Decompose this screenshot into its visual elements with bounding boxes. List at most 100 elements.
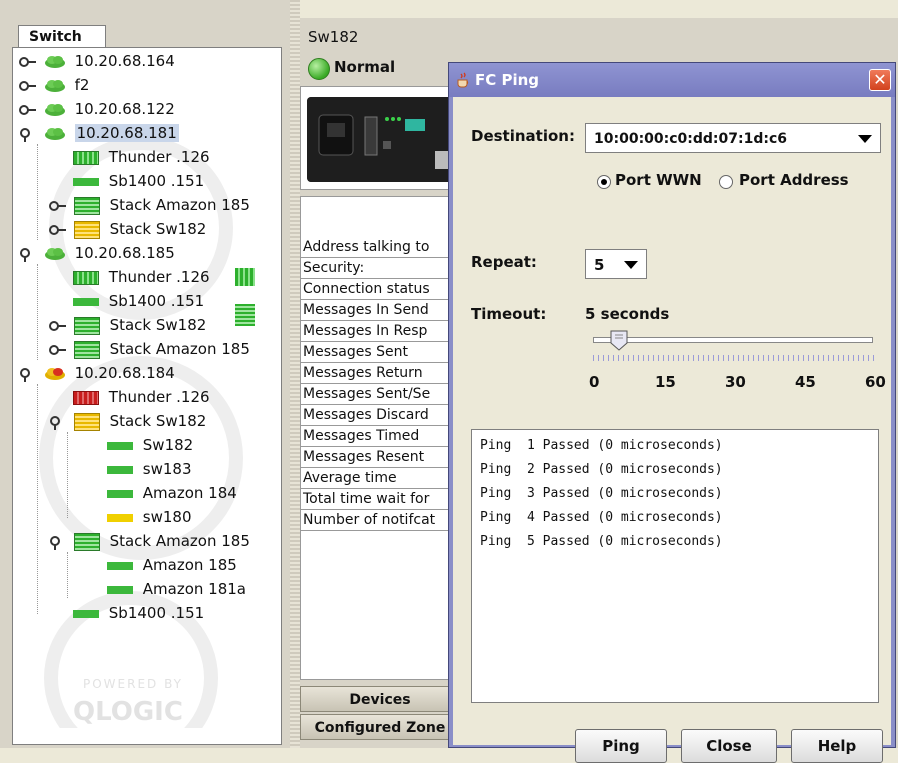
switch-faceplate[interactable] xyxy=(300,86,462,190)
switch-cloud-icon xyxy=(44,103,65,116)
chevron-down-icon[interactable] xyxy=(858,135,872,143)
tree-node-switch[interactable]: 10.20.68.122 xyxy=(19,97,175,121)
yellow-stack-icon xyxy=(73,412,100,431)
green-rack-icon xyxy=(73,150,99,165)
collapsed-key-icon[interactable] xyxy=(19,104,37,116)
green-switch-icon xyxy=(73,609,99,618)
collapsed-key-icon[interactable] xyxy=(49,200,67,212)
ping-result-line: Ping 2 Passed (0 microseconds) xyxy=(480,462,723,477)
tree-node-device[interactable]: Thunder .126 xyxy=(73,145,210,169)
tick-label: 45 xyxy=(795,373,816,391)
tree-node-member[interactable]: Amazon 184 xyxy=(107,481,237,505)
expanded-key-icon[interactable] xyxy=(19,367,37,382)
switch-status: Normal xyxy=(334,58,396,76)
tree-node-stack[interactable]: Stack Sw182 xyxy=(49,217,206,241)
green-rack-icon xyxy=(73,270,99,285)
tab-devices[interactable]: Devices xyxy=(300,686,460,712)
slider-thumb[interactable] xyxy=(609,329,629,351)
expanded-key-icon[interactable] xyxy=(19,127,37,142)
tree-node-stack[interactable]: Stack Amazon 185 xyxy=(49,193,250,217)
switch-tree-pane: Switch POWERED BY QLOGIC 10.20.68.164 f2 xyxy=(0,0,290,748)
tree-node-device[interactable]: Sb1400 .151 xyxy=(73,601,204,625)
tree-node-stack[interactable]: Stack Amazon 185 xyxy=(49,337,250,361)
collapsed-key-icon[interactable] xyxy=(49,344,67,356)
close-button[interactable]: Close xyxy=(681,729,777,763)
info-row-messages: Messages In Send xyxy=(301,300,461,321)
tree-node-stack[interactable]: Stack Sw182 xyxy=(49,409,206,433)
close-icon[interactable]: ✕ xyxy=(869,69,891,91)
port-wwn-radio[interactable] xyxy=(597,175,611,189)
collapsed-key-icon[interactable] xyxy=(49,224,67,236)
tree-node-switch[interactable]: 10.20.68.164 xyxy=(19,49,175,73)
timeout-slider[interactable] xyxy=(593,337,873,343)
green-switch-icon xyxy=(73,177,99,186)
tree-node-device[interactable]: Thunder .126 xyxy=(73,265,210,289)
tree-node-switch[interactable]: 10.20.68.185 xyxy=(19,241,175,265)
green-stack-icon xyxy=(73,340,100,359)
tree-node-device[interactable]: Thunder .126 xyxy=(73,385,210,409)
collapsed-key-icon[interactable] xyxy=(49,320,67,332)
switch-cloud-icon xyxy=(44,55,65,68)
switch-faceplate-image xyxy=(307,97,452,182)
tree-node-member[interactable]: sw180 xyxy=(107,505,192,529)
ping-result-line: Ping 4 Passed (0 microseconds) xyxy=(480,510,723,525)
green-switch-icon xyxy=(107,585,133,594)
destination-combo[interactable]: 10:00:00:c0:dd:07:1d:c6 xyxy=(585,123,881,153)
info-row-notifications: Number of notifcat xyxy=(301,510,461,531)
info-row-messages: Messages Sent xyxy=(301,342,461,363)
tick-label: 0 xyxy=(589,373,600,391)
info-row-messages: Messages Sent/Se xyxy=(301,384,461,405)
ping-results-area[interactable]: Ping 1 Passed (0 microseconds) Ping 2 Pa… xyxy=(471,429,879,703)
tree-node-switch[interactable]: f2 xyxy=(19,73,89,97)
info-row-messages: Messages In Resp xyxy=(301,321,461,342)
dialog-body: Destination: 10:00:00:c0:dd:07:1d:c6 Por… xyxy=(453,97,891,763)
expanded-key-icon[interactable] xyxy=(49,415,67,430)
collapsed-key-icon[interactable] xyxy=(19,56,37,68)
info-row-messages: Messages Resent xyxy=(301,447,461,468)
tree-node-stack[interactable]: Stack Amazon 185 xyxy=(49,529,250,553)
tree-node-device[interactable]: Sb1400 .151 xyxy=(73,169,204,193)
green-switch-icon xyxy=(107,465,133,474)
port-address-label[interactable]: Port Address xyxy=(739,171,849,189)
connection-info-table: Address talking to Security: Connection … xyxy=(300,196,462,680)
tree-node-switch[interactable]: 10.20.68.184 xyxy=(19,361,175,385)
tree-node-member[interactable]: Sw182 xyxy=(107,433,193,457)
pane-splitter[interactable] xyxy=(290,0,300,748)
expanded-key-icon[interactable] xyxy=(49,535,67,550)
tree-node-member[interactable]: Amazon 185 xyxy=(107,553,237,577)
ping-button[interactable]: Ping xyxy=(575,729,667,763)
yellow-stack-icon xyxy=(73,220,100,239)
green-stack-icon xyxy=(73,532,100,551)
tab-switch[interactable]: Switch xyxy=(18,25,106,47)
expanded-key-icon[interactable] xyxy=(19,247,37,262)
green-switch-icon xyxy=(107,441,133,450)
repeat-combo[interactable]: 5 xyxy=(585,249,647,279)
info-row-messages: Messages Timed xyxy=(301,426,461,447)
svg-text:POWERED BY: POWERED BY xyxy=(83,677,183,691)
tick-label: 15 xyxy=(655,373,676,391)
tree-node-device[interactable]: Sb1400 .151 xyxy=(73,289,204,313)
tree-node-member[interactable]: sw183 xyxy=(107,457,192,481)
repeat-value: 5 xyxy=(594,256,605,274)
red-rack-icon xyxy=(73,390,99,405)
dialog-title-bar[interactable]: FC Ping ✕ xyxy=(449,63,895,97)
port-address-radio[interactable] xyxy=(719,175,733,189)
collapsed-key-icon[interactable] xyxy=(19,80,37,92)
switch-cloud-icon xyxy=(44,127,65,140)
info-row-average-time: Average time xyxy=(301,468,461,489)
tab-configured-zones[interactable]: Configured Zone xyxy=(300,714,460,740)
info-row-address: Address talking to xyxy=(301,237,461,258)
port-wwn-label[interactable]: Port WWN xyxy=(615,171,702,189)
tree-node-stack[interactable]: Stack Sw182 xyxy=(49,313,206,337)
help-button[interactable]: Help xyxy=(791,729,883,763)
chevron-down-icon[interactable] xyxy=(624,261,638,269)
green-rack-icon xyxy=(235,268,255,286)
tree-node-switch[interactable]: 10.20.68.181 xyxy=(19,121,179,145)
fc-ping-dialog: FC Ping ✕ Destination: 10:00:00:c0:dd:07… xyxy=(448,62,896,763)
info-row-security: Security: xyxy=(301,258,461,279)
switch-fault-cloud-icon xyxy=(44,367,65,380)
timeout-label: Timeout: xyxy=(471,305,547,323)
destination-value: 10:00:00:c0:dd:07:1d:c6 xyxy=(594,131,788,147)
tree-node-member[interactable]: Amazon 181a xyxy=(107,577,246,601)
dialog-title: FC Ping xyxy=(475,71,540,89)
